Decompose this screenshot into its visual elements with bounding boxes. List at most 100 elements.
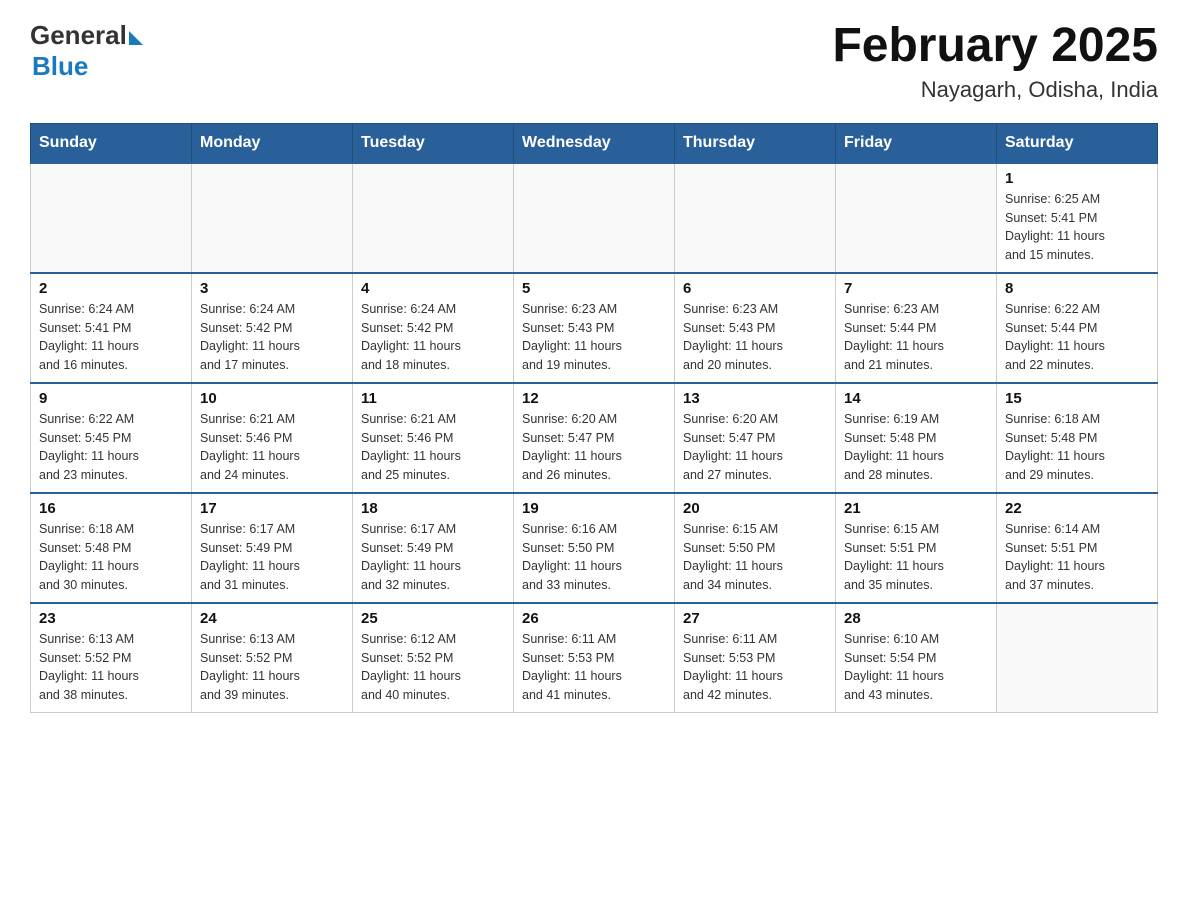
- day-info: Sunrise: 6:15 AM Sunset: 5:50 PM Dayligh…: [683, 520, 827, 595]
- day-info: Sunrise: 6:20 AM Sunset: 5:47 PM Dayligh…: [683, 410, 827, 485]
- day-number: 18: [361, 500, 505, 517]
- day-number: 12: [522, 390, 666, 407]
- calendar-cell: 6 Sunrise: 6:23 AM Sunset: 5:43 PM Daylig…: [675, 273, 836, 383]
- day-number: 15: [1005, 390, 1149, 407]
- day-header-wednesday: Wednesday: [514, 123, 675, 163]
- week-row-1: 1 Sunrise: 6:25 AM Sunset: 5:41 PM Daylig…: [31, 163, 1158, 273]
- calendar-cell: 4 Sunrise: 6:24 AM Sunset: 5:42 PM Daylig…: [353, 273, 514, 383]
- calendar-cell: 12 Sunrise: 6:20 AM Sunset: 5:47 PM Dayli…: [514, 383, 675, 493]
- logo-blue-text: Blue: [32, 51, 88, 82]
- day-info: Sunrise: 6:23 AM Sunset: 5:43 PM Dayligh…: [522, 300, 666, 375]
- calendar-cell: [997, 603, 1158, 713]
- day-info: Sunrise: 6:18 AM Sunset: 5:48 PM Dayligh…: [1005, 410, 1149, 485]
- day-info: Sunrise: 6:17 AM Sunset: 5:49 PM Dayligh…: [361, 520, 505, 595]
- calendar-cell: 21 Sunrise: 6:15 AM Sunset: 5:51 PM Dayli…: [836, 493, 997, 603]
- day-info: Sunrise: 6:12 AM Sunset: 5:52 PM Dayligh…: [361, 630, 505, 705]
- month-title: February 2025: [832, 20, 1158, 73]
- day-number: 6: [683, 280, 827, 297]
- day-info: Sunrise: 6:25 AM Sunset: 5:41 PM Dayligh…: [1005, 190, 1149, 265]
- day-number: 3: [200, 280, 344, 297]
- day-info: Sunrise: 6:24 AM Sunset: 5:42 PM Dayligh…: [361, 300, 505, 375]
- day-number: 28: [844, 610, 988, 627]
- day-number: 17: [200, 500, 344, 517]
- calendar-cell: 1 Sunrise: 6:25 AM Sunset: 5:41 PM Daylig…: [997, 163, 1158, 273]
- calendar-cell: [353, 163, 514, 273]
- calendar-cell: 7 Sunrise: 6:23 AM Sunset: 5:44 PM Daylig…: [836, 273, 997, 383]
- day-info: Sunrise: 6:14 AM Sunset: 5:51 PM Dayligh…: [1005, 520, 1149, 595]
- calendar-cell: 14Sunrise: 6:19 AM Sunset: 5:48 PM Dayli…: [836, 383, 997, 493]
- day-info: Sunrise: 6:10 AM Sunset: 5:54 PM Dayligh…: [844, 630, 988, 705]
- week-row-3: 9 Sunrise: 6:22 AM Sunset: 5:45 PM Daylig…: [31, 383, 1158, 493]
- title-section: February 2025 Nayagarh, Odisha, India: [832, 20, 1158, 103]
- logo: General Blue: [30, 20, 143, 82]
- day-number: 22: [1005, 500, 1149, 517]
- calendar-cell: 10Sunrise: 6:21 AM Sunset: 5:46 PM Dayli…: [192, 383, 353, 493]
- day-number: 1: [1005, 170, 1149, 187]
- calendar-cell: [31, 163, 192, 273]
- day-number: 7: [844, 280, 988, 297]
- day-header-sunday: Sunday: [31, 123, 192, 163]
- week-row-2: 2Sunrise: 6:24 AM Sunset: 5:41 PM Daylig…: [31, 273, 1158, 383]
- day-number: 24: [200, 610, 344, 627]
- calendar-cell: 24 Sunrise: 6:13 AM Sunset: 5:52 PM Dayli…: [192, 603, 353, 713]
- day-header-saturday: Saturday: [997, 123, 1158, 163]
- calendar-cell: 20 Sunrise: 6:15 AM Sunset: 5:50 PM Dayli…: [675, 493, 836, 603]
- calendar-cell: 16 Sunrise: 6:18 AM Sunset: 5:48 PM Dayli…: [31, 493, 192, 603]
- day-info: Sunrise: 6:23 AM Sunset: 5:43 PM Dayligh…: [683, 300, 827, 375]
- day-info: Sunrise: 6:18 AM Sunset: 5:48 PM Dayligh…: [39, 520, 183, 595]
- location-title: Nayagarh, Odisha, India: [832, 77, 1158, 103]
- day-number: 27: [683, 610, 827, 627]
- day-number: 25: [361, 610, 505, 627]
- day-number: 5: [522, 280, 666, 297]
- day-info: Sunrise: 6:22 AM Sunset: 5:45 PM Dayligh…: [39, 410, 183, 485]
- day-header-monday: Monday: [192, 123, 353, 163]
- calendar-header-row: SundayMondayTuesdayWednesdayThursdayFrid…: [31, 123, 1158, 163]
- week-row-4: 16 Sunrise: 6:18 AM Sunset: 5:48 PM Dayli…: [31, 493, 1158, 603]
- calendar-cell: 8 Sunrise: 6:22 AM Sunset: 5:44 PM Daylig…: [997, 273, 1158, 383]
- day-number: 20: [683, 500, 827, 517]
- day-number: 9: [39, 390, 183, 407]
- day-number: 26: [522, 610, 666, 627]
- day-number: 16: [39, 500, 183, 517]
- day-number: 19: [522, 500, 666, 517]
- logo-general-text: General: [30, 20, 127, 51]
- day-number: 11: [361, 390, 505, 407]
- day-info: Sunrise: 6:13 AM Sunset: 5:52 PM Dayligh…: [39, 630, 183, 705]
- calendar-cell: 5 Sunrise: 6:23 AM Sunset: 5:43 PM Daylig…: [514, 273, 675, 383]
- calendar-cell: 23 Sunrise: 6:13 AM Sunset: 5:52 PM Dayli…: [31, 603, 192, 713]
- calendar-cell: [836, 163, 997, 273]
- calendar-cell: [514, 163, 675, 273]
- calendar-cell: [675, 163, 836, 273]
- page-header: General Blue February 2025 Nayagarh, Odi…: [30, 20, 1158, 103]
- calendar-cell: 28 Sunrise: 6:10 AM Sunset: 5:54 PM Dayli…: [836, 603, 997, 713]
- day-header-thursday: Thursday: [675, 123, 836, 163]
- day-number: 13: [683, 390, 827, 407]
- calendar-cell: 22 Sunrise: 6:14 AM Sunset: 5:51 PM Dayli…: [997, 493, 1158, 603]
- day-info: Sunrise: 6:16 AM Sunset: 5:50 PM Dayligh…: [522, 520, 666, 595]
- calendar-cell: 15 Sunrise: 6:18 AM Sunset: 5:48 PM Dayli…: [997, 383, 1158, 493]
- calendar-table: SundayMondayTuesdayWednesdayThursdayFrid…: [30, 123, 1158, 714]
- day-info: Sunrise: 6:20 AM Sunset: 5:47 PM Dayligh…: [522, 410, 666, 485]
- day-info: Sunrise: 6:15 AM Sunset: 5:51 PM Dayligh…: [844, 520, 988, 595]
- calendar-cell: 27Sunrise: 6:11 AM Sunset: 5:53 PM Dayli…: [675, 603, 836, 713]
- day-number: 23: [39, 610, 183, 627]
- calendar-cell: 17Sunrise: 6:17 AM Sunset: 5:49 PM Dayli…: [192, 493, 353, 603]
- day-info: Sunrise: 6:24 AM Sunset: 5:41 PM Dayligh…: [39, 300, 183, 375]
- logo-arrow-icon: [129, 31, 143, 45]
- calendar-cell: 2Sunrise: 6:24 AM Sunset: 5:41 PM Daylig…: [31, 273, 192, 383]
- day-info: Sunrise: 6:23 AM Sunset: 5:44 PM Dayligh…: [844, 300, 988, 375]
- day-info: Sunrise: 6:21 AM Sunset: 5:46 PM Dayligh…: [361, 410, 505, 485]
- day-header-tuesday: Tuesday: [353, 123, 514, 163]
- calendar-cell: 18 Sunrise: 6:17 AM Sunset: 5:49 PM Dayli…: [353, 493, 514, 603]
- day-number: 8: [1005, 280, 1149, 297]
- calendar-cell: [192, 163, 353, 273]
- day-number: 21: [844, 500, 988, 517]
- day-number: 4: [361, 280, 505, 297]
- week-row-5: 23 Sunrise: 6:13 AM Sunset: 5:52 PM Dayli…: [31, 603, 1158, 713]
- day-info: Sunrise: 6:22 AM Sunset: 5:44 PM Dayligh…: [1005, 300, 1149, 375]
- calendar-cell: 9 Sunrise: 6:22 AM Sunset: 5:45 PM Daylig…: [31, 383, 192, 493]
- day-info: Sunrise: 6:13 AM Sunset: 5:52 PM Dayligh…: [200, 630, 344, 705]
- day-info: Sunrise: 6:11 AM Sunset: 5:53 PM Dayligh…: [522, 630, 666, 705]
- calendar-cell: 3Sunrise: 6:24 AM Sunset: 5:42 PM Daylig…: [192, 273, 353, 383]
- day-info: Sunrise: 6:21 AM Sunset: 5:46 PM Dayligh…: [200, 410, 344, 485]
